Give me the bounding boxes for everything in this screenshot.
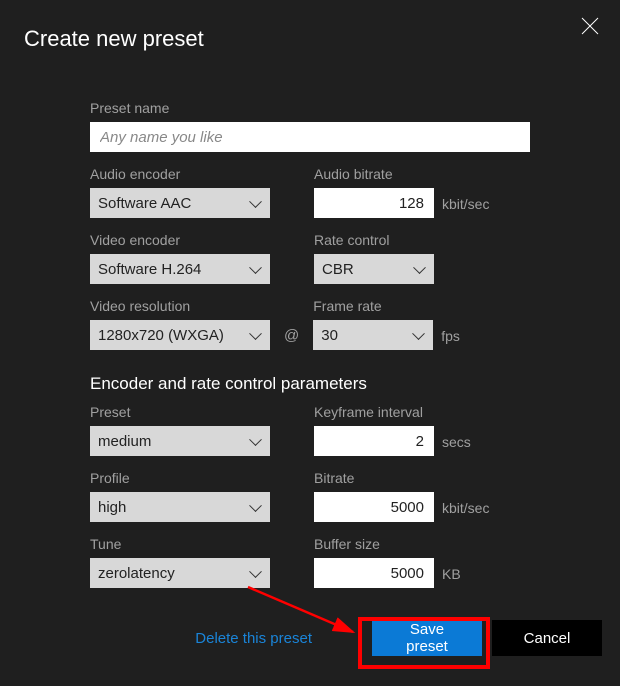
keyframe-label: Keyframe interval bbox=[314, 404, 434, 420]
preset-name-input[interactable] bbox=[90, 122, 530, 152]
preset-value: medium bbox=[98, 433, 151, 450]
profile-label: Profile bbox=[90, 470, 270, 486]
preset-name-label: Preset name bbox=[90, 100, 530, 116]
video-encoder-label: Video encoder bbox=[90, 232, 270, 248]
tune-label: Tune bbox=[90, 536, 270, 552]
audio-bitrate-input[interactable] bbox=[314, 188, 434, 218]
profile-select[interactable]: high bbox=[90, 492, 270, 522]
audio-bitrate-unit: kbit/sec bbox=[442, 196, 489, 218]
section-header: Encoder and rate control parameters bbox=[90, 374, 540, 394]
buffer-input[interactable] bbox=[314, 558, 434, 588]
frame-rate-unit: fps bbox=[441, 328, 460, 350]
keyframe-unit: secs bbox=[442, 434, 471, 456]
video-encoder-select[interactable]: Software H.264 bbox=[90, 254, 270, 284]
video-resolution-label: Video resolution bbox=[90, 298, 270, 314]
frame-rate-label: Frame rate bbox=[313, 298, 433, 314]
video-encoder-value: Software H.264 bbox=[98, 261, 201, 278]
frame-rate-value: 30 bbox=[321, 327, 338, 344]
video-resolution-value: 1280x720 (WXGA) bbox=[98, 327, 224, 344]
bitrate-label: Bitrate bbox=[314, 470, 434, 486]
dialog-title: Create new preset bbox=[0, 0, 620, 52]
audio-encoder-value: Software AAC bbox=[98, 195, 191, 212]
at-symbol: @ bbox=[270, 327, 313, 350]
cancel-button[interactable]: Cancel bbox=[492, 620, 602, 656]
keyframe-input[interactable] bbox=[314, 426, 434, 456]
rate-control-label: Rate control bbox=[314, 232, 434, 248]
audio-bitrate-label: Audio bitrate bbox=[314, 166, 434, 182]
close-icon[interactable] bbox=[578, 14, 602, 38]
preset-label: Preset bbox=[90, 404, 270, 420]
bitrate-unit: kbit/sec bbox=[442, 500, 489, 522]
video-resolution-select[interactable]: 1280x720 (WXGA) bbox=[90, 320, 270, 350]
delete-preset-button[interactable]: Delete this preset bbox=[195, 630, 312, 647]
buffer-label: Buffer size bbox=[314, 536, 434, 552]
tune-value: zerolatency bbox=[98, 565, 175, 582]
bitrate-input[interactable] bbox=[314, 492, 434, 522]
save-preset-button[interactable]: Save preset bbox=[372, 620, 482, 656]
profile-value: high bbox=[98, 499, 126, 516]
rate-control-select[interactable]: CBR bbox=[314, 254, 434, 284]
tune-select[interactable]: zerolatency bbox=[90, 558, 270, 588]
audio-encoder-label: Audio encoder bbox=[90, 166, 270, 182]
preset-select[interactable]: medium bbox=[90, 426, 270, 456]
frame-rate-select[interactable]: 30 bbox=[313, 320, 433, 350]
form-area: Preset name Audio encoder Software AAC A… bbox=[0, 52, 540, 588]
buffer-unit: KB bbox=[442, 566, 461, 588]
footer: Delete this preset Save preset Cancel bbox=[195, 620, 602, 656]
audio-encoder-select[interactable]: Software AAC bbox=[90, 188, 270, 218]
rate-control-value: CBR bbox=[322, 261, 354, 278]
